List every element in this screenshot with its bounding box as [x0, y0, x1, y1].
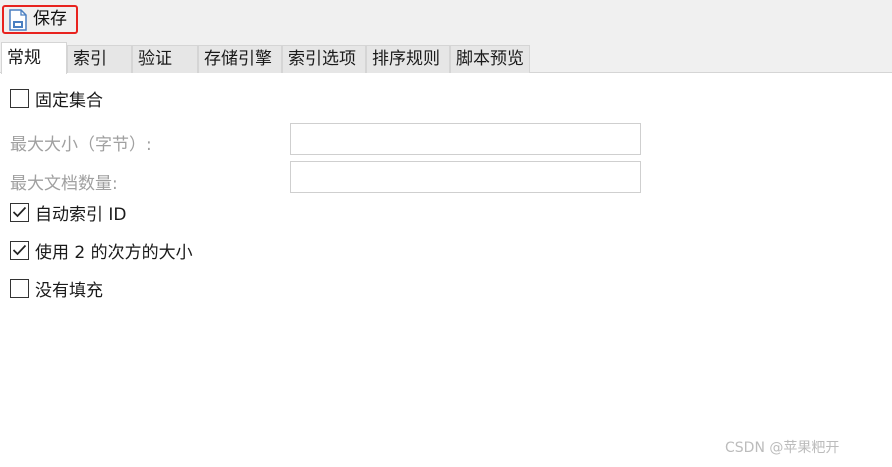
- auto-index-id-label: 自动索引 ID: [35, 204, 127, 225]
- no-padding-option[interactable]: 没有填充: [10, 276, 103, 301]
- tab-storage-engine[interactable]: 存储引擎: [198, 45, 282, 73]
- no-padding-checkbox[interactable]: [10, 278, 29, 298]
- capped-collection-label: 固定集合: [35, 90, 103, 111]
- max-size-label: 最大大小（字节）:: [10, 135, 152, 155]
- save-button-label: 保存: [33, 9, 67, 29]
- toolbar: 保存: [0, 0, 892, 42]
- tab-collation[interactable]: 排序规则: [366, 45, 450, 73]
- no-padding-label: 没有填充: [35, 280, 103, 301]
- tab-indexes[interactable]: 索引: [67, 45, 132, 73]
- checkmark-icon: [12, 244, 27, 256]
- save-file-icon: [8, 8, 28, 31]
- power-of-2-sizes-checkbox[interactable]: [10, 240, 29, 260]
- power-of-2-sizes-option[interactable]: 使用 2 的次方的大小: [10, 238, 193, 263]
- tab-validation[interactable]: 验证: [132, 45, 198, 73]
- max-size-input[interactable]: [290, 123, 641, 155]
- max-documents-label: 最大文档数量:: [10, 174, 118, 194]
- capped-collection-option[interactable]: 固定集合: [10, 86, 103, 111]
- save-button[interactable]: 保存: [2, 5, 78, 34]
- capped-collection-checkbox[interactable]: [10, 88, 29, 108]
- auto-index-id-checkbox[interactable]: [10, 202, 29, 222]
- checkmark-icon: [12, 206, 27, 218]
- watermark: CSDN @苹果粑开: [725, 440, 840, 456]
- tab-index-options[interactable]: 索引选项: [282, 45, 366, 73]
- power-of-2-sizes-label: 使用 2 的次方的大小: [35, 242, 193, 263]
- auto-index-id-option[interactable]: 自动索引 ID: [10, 200, 127, 225]
- tab-bar: 常规 索引 验证 存储引擎 索引选项 排序规则 脚本预览: [0, 42, 892, 74]
- tab-script-preview[interactable]: 脚本预览: [450, 45, 530, 73]
- tab-general[interactable]: 常规: [1, 42, 67, 74]
- max-documents-input[interactable]: [290, 161, 641, 193]
